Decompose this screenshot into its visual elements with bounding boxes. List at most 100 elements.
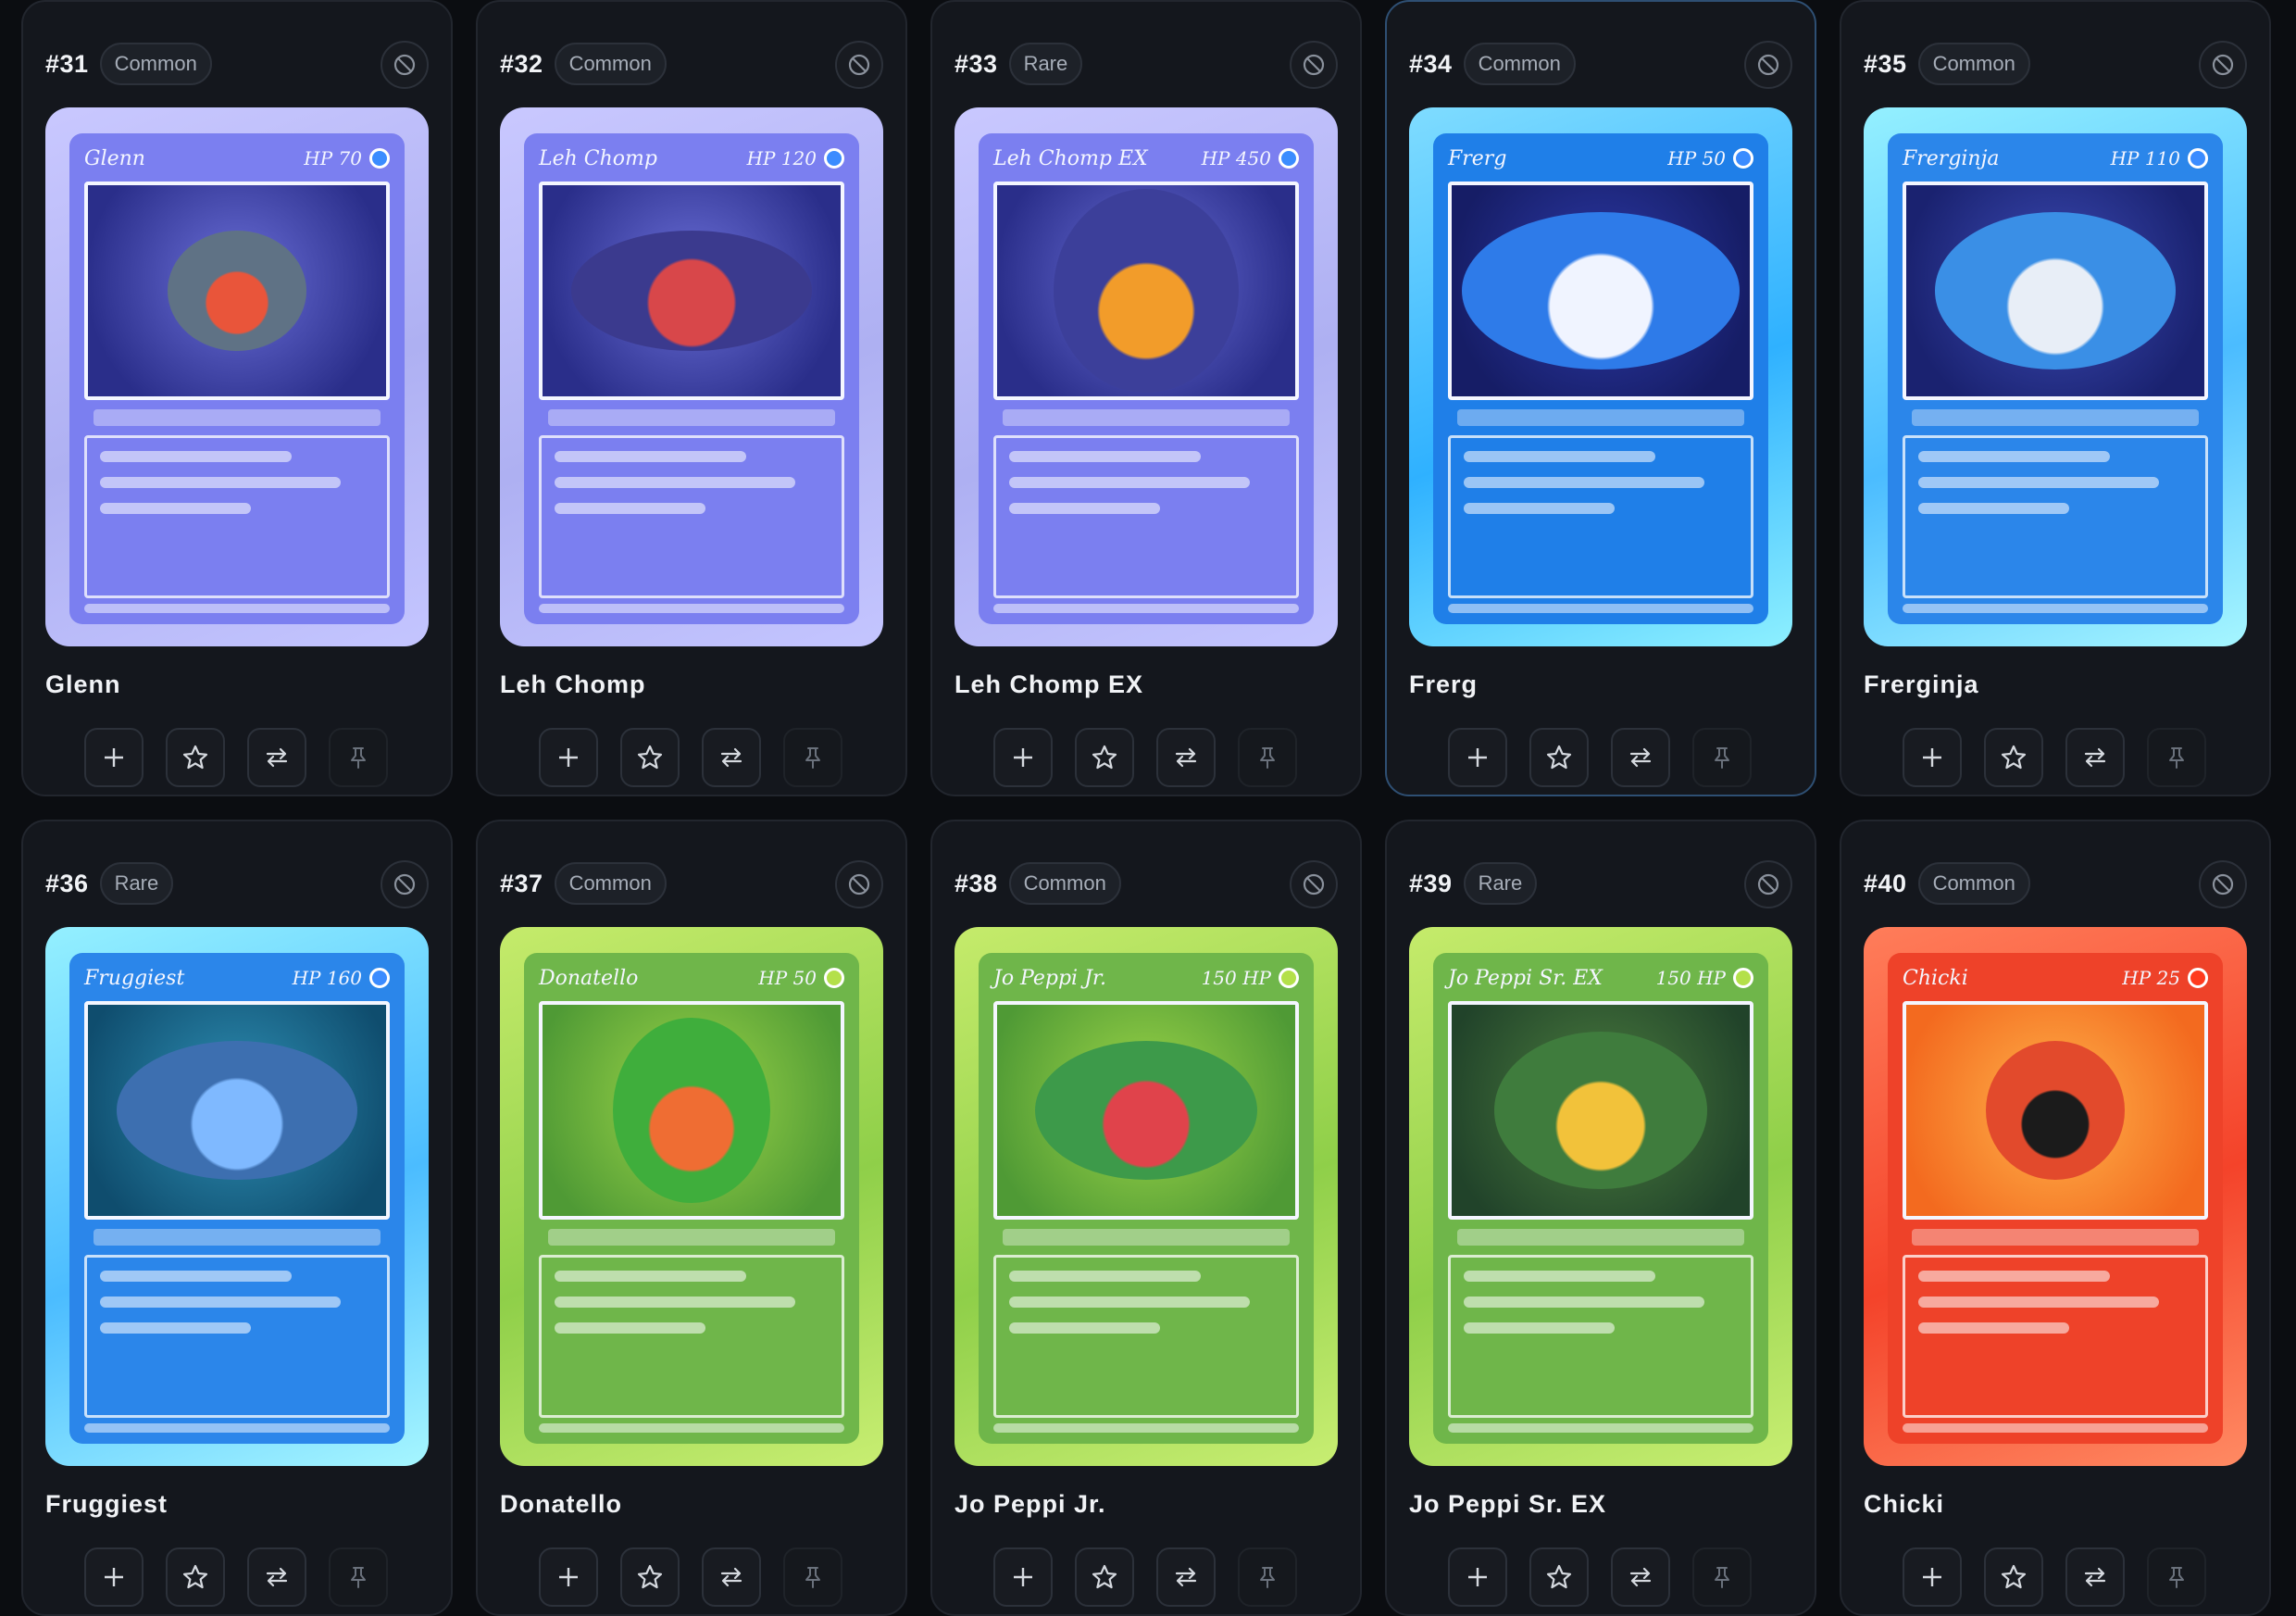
hide-button[interactable]: [1290, 41, 1338, 89]
rarity-badge: Common: [99, 43, 212, 85]
card-artwork[interactable]: Jo Peppi Jr. 150 HP: [955, 927, 1338, 1466]
attack-line: [100, 451, 293, 462]
card-name: Jo Peppi Jr.: [955, 1490, 1106, 1518]
creature-illustration: [539, 182, 844, 400]
hide-button[interactable]: [381, 860, 429, 908]
card-number: #31: [45, 49, 89, 78]
card-hp-text: HP 70: [304, 147, 362, 169]
card-tile[interactable]: #40 Common Chicki HP 25 Chicki: [1840, 820, 2271, 1616]
card-face: Donatello HP 50: [524, 953, 859, 1444]
favorite-button[interactable]: [1984, 1547, 2043, 1607]
add-button[interactable]: [1903, 728, 1962, 787]
add-button[interactable]: [84, 728, 144, 787]
favorite-button[interactable]: [166, 728, 225, 787]
trade-button[interactable]: [1156, 728, 1216, 787]
favorite-button[interactable]: [620, 728, 680, 787]
pin-button[interactable]: [1238, 728, 1297, 787]
pin-button[interactable]: [1692, 728, 1752, 787]
rarity-badge: Common: [1917, 862, 2030, 905]
favorite-button[interactable]: [1529, 1547, 1589, 1607]
add-button[interactable]: [993, 728, 1053, 787]
pin-button[interactable]: [2147, 1547, 2206, 1607]
card-actions: [1903, 1547, 2206, 1607]
card-name: Chicki: [1864, 1490, 1945, 1518]
pin-button[interactable]: [2147, 728, 2206, 787]
creature-illustration: [539, 1001, 844, 1220]
card-name: Leh Chomp EX: [955, 670, 1144, 698]
favorite-button[interactable]: [1529, 728, 1589, 787]
card-artwork[interactable]: Frerg HP 50: [1409, 107, 1792, 646]
pin-button[interactable]: [329, 1547, 388, 1607]
card-tile[interactable]: #38 Common Jo Peppi Jr. 150 HP Jo Peppi …: [930, 820, 1362, 1616]
add-button[interactable]: [993, 1547, 1053, 1607]
card-artwork[interactable]: Leh Chomp EX HP 450: [955, 107, 1338, 646]
hide-button[interactable]: [2199, 860, 2247, 908]
trade-button[interactable]: [702, 1547, 761, 1607]
pin-button[interactable]: [1692, 1547, 1752, 1607]
card-tile[interactable]: #35 Common Frerginja HP 110 Frerginja: [1840, 0, 2271, 796]
hide-icon: [2212, 54, 2234, 76]
favorite-button[interactable]: [1075, 1547, 1134, 1607]
card-artwork[interactable]: Donatello HP 50: [500, 927, 883, 1466]
card-artwork[interactable]: Leh Chomp HP 120: [500, 107, 883, 646]
hide-button[interactable]: [835, 860, 883, 908]
trade-button[interactable]: [1611, 1547, 1670, 1607]
card-artwork[interactable]: Frerginja HP 110: [1864, 107, 2247, 646]
attack-line: [1918, 1271, 2111, 1282]
hide-button[interactable]: [381, 41, 429, 89]
pin-button[interactable]: [783, 1547, 842, 1607]
favorite-button[interactable]: [1984, 728, 2043, 787]
hide-button[interactable]: [2199, 41, 2247, 89]
card-face-hp: HP 50: [1667, 147, 1753, 169]
add-button[interactable]: [1448, 1547, 1507, 1607]
add-button[interactable]: [1448, 728, 1507, 787]
hide-button[interactable]: [1290, 860, 1338, 908]
card-artwork[interactable]: Chicki HP 25: [1864, 927, 2247, 1466]
pin-icon: [805, 747, 820, 769]
pin-button[interactable]: [329, 728, 388, 787]
favorite-button[interactable]: [620, 1547, 680, 1607]
pin-button[interactable]: [783, 728, 842, 787]
star-icon: [1092, 1564, 1117, 1589]
card-tile[interactable]: #32 Common Leh Chomp HP 120 Leh Chomp: [476, 0, 907, 796]
add-button[interactable]: [1903, 1547, 1962, 1607]
star-icon: [2001, 745, 2027, 770]
attack-line: [1009, 1297, 1251, 1308]
trade-button[interactable]: [702, 728, 761, 787]
hide-button[interactable]: [1744, 860, 1792, 908]
card-tile[interactable]: #31 Common Glenn HP 70 Glenn: [21, 0, 453, 796]
pin-button[interactable]: [1238, 1547, 1297, 1607]
attack-line: [1009, 503, 1160, 514]
plus-icon: [1014, 748, 1032, 767]
card-tile[interactable]: #39 Rare Jo Peppi Sr. EX 150 HP Jo Peppi…: [1385, 820, 1816, 1616]
trade-button[interactable]: [247, 1547, 306, 1607]
trade-button[interactable]: [1611, 728, 1670, 787]
attack-line: [100, 1271, 293, 1282]
card-tile[interactable]: #33 Rare Leh Chomp EX HP 450 Leh Chomp E…: [930, 0, 1362, 796]
trade-button[interactable]: [2065, 728, 2125, 787]
card-face-title: Frerg: [1448, 146, 1507, 170]
favorite-button[interactable]: [166, 1547, 225, 1607]
card-tile[interactable]: #36 Rare Fruggiest HP 160 Fruggiest: [21, 820, 453, 1616]
card-artwork[interactable]: Glenn HP 70: [45, 107, 429, 646]
card-actions: [1448, 728, 1752, 787]
favorite-button[interactable]: [1075, 728, 1134, 787]
trade-button[interactable]: [2065, 1547, 2125, 1607]
trade-button[interactable]: [1156, 1547, 1216, 1607]
card-tile[interactable]: #37 Common Donatello HP 50 Donatello: [476, 820, 907, 1616]
card-actions: [539, 728, 842, 787]
card-tile[interactable]: #34 Common Frerg HP 50 Frerg: [1385, 0, 1816, 796]
creature-figure: [1935, 212, 2176, 370]
plus-icon: [105, 748, 123, 767]
hide-button[interactable]: [1744, 41, 1792, 89]
hide-button[interactable]: [835, 41, 883, 89]
add-button[interactable]: [539, 728, 598, 787]
add-button[interactable]: [84, 1547, 144, 1607]
card-artwork[interactable]: Jo Peppi Sr. EX 150 HP: [1409, 927, 1792, 1466]
add-button[interactable]: [539, 1547, 598, 1607]
card-attack-box: [539, 435, 844, 598]
card-header: #34 Common: [1409, 43, 1576, 85]
card-face: Fruggiest HP 160: [69, 953, 405, 1444]
card-artwork[interactable]: Fruggiest HP 160: [45, 927, 429, 1466]
trade-button[interactable]: [247, 728, 306, 787]
